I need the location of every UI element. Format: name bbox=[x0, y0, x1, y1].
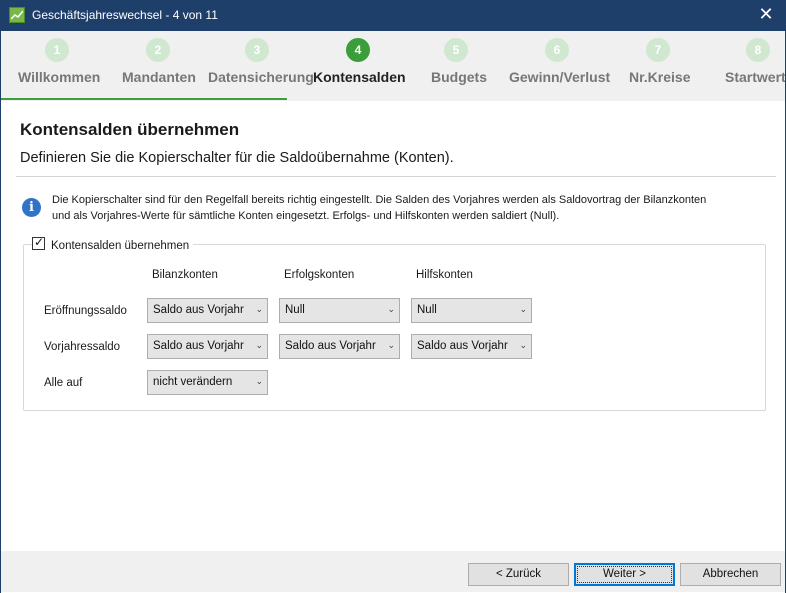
step-5: 5 Budgets bbox=[421, 31, 495, 99]
window-title: Geschäftsjahreswechsel - 4 von 11 bbox=[32, 8, 218, 22]
next-button[interactable]: Weiter > bbox=[574, 563, 675, 586]
column-header-bilanzkonten: Bilanzkonten bbox=[152, 269, 218, 281]
chevron-down-icon: ⌄ bbox=[387, 305, 395, 315]
step-label: Datensicherung bbox=[208, 69, 314, 85]
step-number: 7 bbox=[646, 38, 670, 62]
kontensalden-group bbox=[23, 244, 766, 411]
select-value: Saldo aus Vorjahr bbox=[417, 340, 508, 352]
row-label-vorjahressaldo: Vorjahressaldo bbox=[44, 341, 121, 353]
step-3: 3 Datensicherung bbox=[207, 31, 314, 99]
step-4: 4 Kontensalden bbox=[311, 31, 407, 99]
select-value: Saldo aus Vorjahr bbox=[153, 340, 244, 352]
select-value: nicht verändern bbox=[153, 376, 233, 388]
step-label: Gewinn/Verlust bbox=[509, 69, 611, 85]
eroeffnungssaldo-hilfskonten-select[interactable]: Null ⌄ bbox=[411, 298, 532, 323]
row-label-alle-auf: Alle auf bbox=[44, 377, 83, 389]
select-value: Saldo aus Vorjahr bbox=[153, 304, 244, 316]
page-title: Kontensalden übernehmen bbox=[20, 120, 240, 139]
select-value: Null bbox=[417, 304, 437, 316]
chart-icon bbox=[9, 7, 25, 23]
column-header-hilfskonten: Hilfskonten bbox=[416, 269, 473, 281]
chevron-down-icon: ⌄ bbox=[255, 305, 263, 315]
step-label: Nr.Kreise bbox=[629, 69, 691, 85]
row-label-eroeffnungssaldo: Eröffnungssaldo bbox=[44, 305, 127, 317]
chevron-down-icon: ⌄ bbox=[255, 377, 263, 387]
step-number: 2 bbox=[146, 38, 170, 62]
page-subtitle: Definieren Sie die Kopierschalter für di… bbox=[20, 150, 454, 166]
checkbox-label[interactable]: Kontensalden übernehmen bbox=[51, 239, 189, 254]
step-number: 4 bbox=[346, 38, 370, 62]
chevron-down-icon: ⌄ bbox=[519, 341, 527, 351]
step-7: 7 Nr.Kreise bbox=[625, 31, 695, 99]
eroeffnungssaldo-erfolgskonten-select[interactable]: Null ⌄ bbox=[279, 298, 400, 323]
info-line: und als Vorjahres-Werte für sämtliche Ko… bbox=[52, 210, 560, 222]
step-6: 6 Gewinn/Verlust bbox=[507, 31, 611, 99]
step-number: 6 bbox=[545, 38, 569, 62]
info-icon: i bbox=[22, 198, 41, 217]
title-bar: Geschäftsjahreswechsel - 4 von 11 ✕ bbox=[0, 0, 786, 31]
info-line: Die Kopierschalter sind für den Regelfal… bbox=[52, 194, 707, 206]
chevron-down-icon: ⌄ bbox=[519, 305, 527, 315]
step-number: 5 bbox=[444, 38, 468, 62]
step-label: Startwerte bbox=[725, 69, 785, 85]
step-2: 2 Mandanten bbox=[117, 31, 207, 99]
button-bar: < Zurück Weiter > Abbrechen bbox=[1, 551, 785, 592]
cancel-button[interactable]: Abbrechen bbox=[680, 563, 781, 586]
vorjahressaldo-hilfskonten-select[interactable]: Saldo aus Vorjahr ⌄ bbox=[411, 334, 532, 359]
close-icon[interactable]: ✕ bbox=[746, 0, 786, 31]
back-button[interactable]: < Zurück bbox=[468, 563, 569, 586]
step-1: 1 Willkommen bbox=[1, 31, 117, 99]
select-value: Saldo aus Vorjahr bbox=[285, 340, 376, 352]
kontensalden-checkbox[interactable]: ✓ Kontensalden übernehmen bbox=[32, 235, 194, 254]
check-icon: ✓ bbox=[34, 235, 45, 249]
eroeffnungssaldo-bilanzkonten-select[interactable]: Saldo aus Vorjahr ⌄ bbox=[147, 298, 268, 323]
step-number: 1 bbox=[45, 38, 69, 62]
info-text: Die Kopierschalter sind für den Regelfal… bbox=[52, 192, 772, 224]
alle-auf-select[interactable]: nicht verändern ⌄ bbox=[147, 370, 268, 395]
step-label: Kontensalden bbox=[313, 69, 406, 85]
checkbox-box[interactable]: ✓ bbox=[32, 235, 45, 250]
step-label: Mandanten bbox=[122, 69, 196, 85]
vorjahressaldo-erfolgskonten-select[interactable]: Saldo aus Vorjahr ⌄ bbox=[279, 334, 400, 359]
column-header-erfolgskonten: Erfolgskonten bbox=[284, 269, 355, 281]
step-8: 8 Startwerte bbox=[725, 31, 785, 99]
wizard-stepper: 1 Willkommen 2 Mandanten 3 Datensicherun… bbox=[1, 31, 785, 101]
step-number: 3 bbox=[245, 38, 269, 62]
chevron-down-icon: ⌄ bbox=[387, 341, 395, 351]
focus-rect bbox=[577, 566, 672, 583]
main-content: Kontensalden übernehmen Definieren Sie d… bbox=[1, 101, 785, 551]
chevron-down-icon: ⌄ bbox=[255, 341, 263, 351]
vorjahressaldo-bilanzkonten-select[interactable]: Saldo aus Vorjahr ⌄ bbox=[147, 334, 268, 359]
step-label: Willkommen bbox=[18, 69, 101, 85]
step-progress-bar bbox=[1, 98, 287, 100]
divider bbox=[16, 176, 776, 177]
select-value: Null bbox=[285, 304, 305, 316]
step-number: 8 bbox=[746, 38, 770, 62]
step-label: Budgets bbox=[431, 69, 487, 85]
